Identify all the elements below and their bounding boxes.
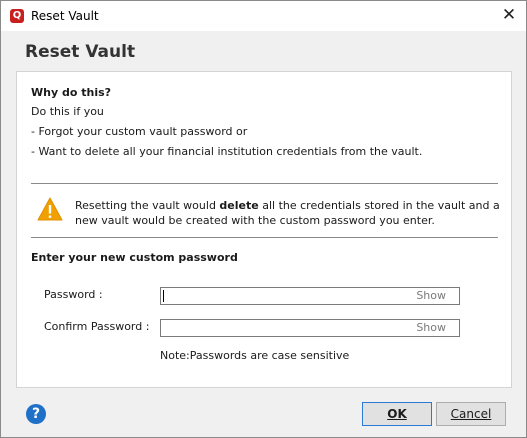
window-title: Reset Vault — [31, 9, 99, 23]
content-panel: Why do this? Do this if you - Forgot you… — [16, 71, 512, 388]
close-icon[interactable]: ✕ — [498, 5, 520, 27]
form-heading: Enter your new custom password — [31, 251, 238, 264]
why-heading: Why do this? — [31, 86, 112, 99]
text-caret — [163, 290, 164, 302]
title-bar: Q Reset Vault ✕ — [1, 1, 526, 31]
warning-icon — [37, 197, 63, 221]
why-item-forgot: - Forgot your custom vault password or — [31, 125, 248, 138]
why-item-delete: - Want to delete all your financial inst… — [31, 145, 423, 158]
app-logo-icon: Q — [10, 9, 24, 23]
confirm-password-label: Confirm Password : — [44, 320, 150, 333]
why-intro: Do this if you — [31, 105, 104, 118]
confirm-password-field[interactable]: Show — [160, 319, 460, 337]
cancel-button[interactable]: Cancel — [436, 402, 506, 426]
divider — [31, 237, 498, 238]
divider — [31, 183, 498, 184]
password-label: Password : — [44, 288, 103, 301]
page-title: Reset Vault — [25, 42, 136, 62]
password-field[interactable]: Show — [160, 287, 460, 305]
case-sensitive-note: Note:Passwords are case sensitive — [160, 349, 350, 362]
show-password-button[interactable]: Show — [416, 289, 446, 302]
help-icon[interactable]: ? — [26, 404, 46, 424]
reset-vault-dialog: Q Reset Vault ✕ Reset Vault Why do this?… — [0, 0, 527, 438]
show-confirm-password-button[interactable]: Show — [416, 321, 446, 334]
ok-button[interactable]: OK — [362, 402, 432, 426]
warning-message: Resetting the vault would delete all the… — [75, 199, 500, 227]
